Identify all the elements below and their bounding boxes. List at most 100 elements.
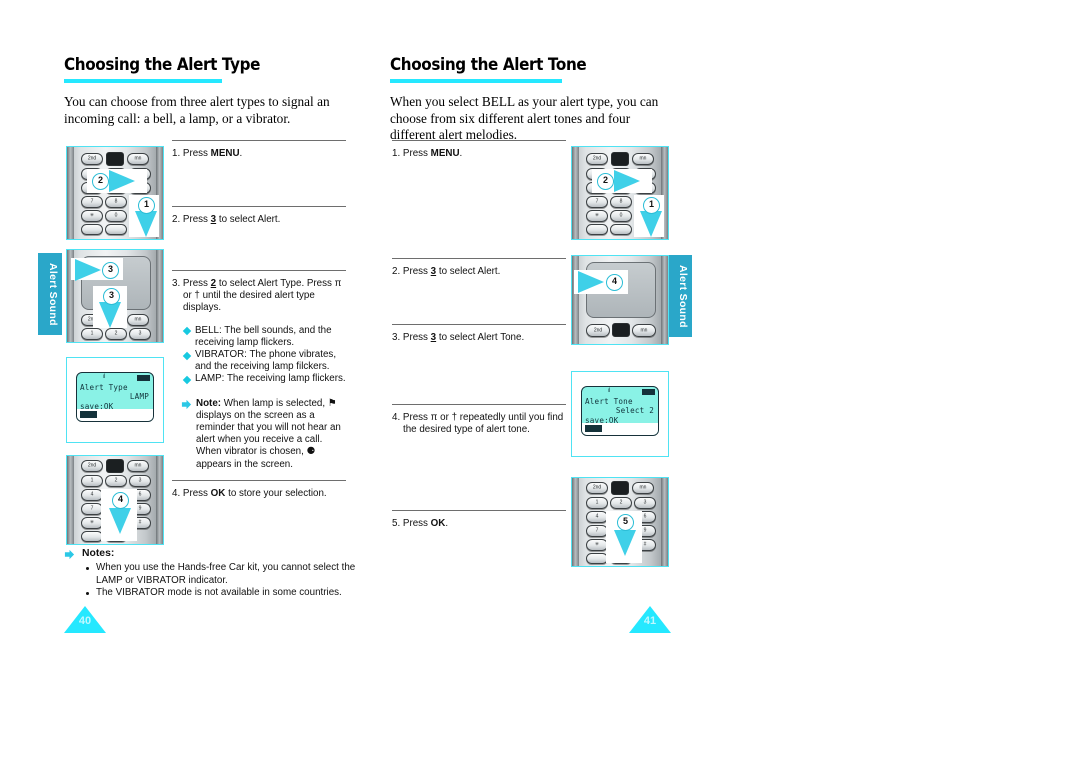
intro-paragraph-right: When you select BELL as your alert type,… bbox=[390, 94, 659, 142]
phone-edge bbox=[67, 456, 74, 544]
callout-arrow-down-icon bbox=[640, 211, 662, 237]
step-left-4-pre: Press bbox=[182, 488, 211, 499]
key-label: ✳ bbox=[89, 519, 95, 526]
callout-arrow-down-icon bbox=[109, 508, 131, 534]
key-label: 1 bbox=[90, 477, 94, 484]
step-left-2: 2. Press 3 to select Alert. bbox=[172, 206, 346, 270]
steps-list-right: 1. Press MENU. 2. Press 3 to select Aler… bbox=[392, 140, 566, 568]
bottom-notes-list: When you use the Hands-free Car kit, you… bbox=[64, 562, 364, 599]
lcd-softkey-block bbox=[80, 411, 97, 418]
key-label: 2 bbox=[619, 499, 623, 506]
step-right-2-text: 2. Press 3 to select Alert. bbox=[392, 266, 566, 278]
page-number-right-text: 41 bbox=[643, 615, 657, 627]
callout-number-1: 1 bbox=[643, 197, 660, 214]
key-7: 7 bbox=[81, 196, 103, 208]
key-label: 0 bbox=[114, 212, 118, 219]
key-softleft: 2nd bbox=[586, 324, 610, 337]
step-left-2-number: 2. bbox=[172, 214, 181, 225]
lcd-line-2: LAMP bbox=[129, 392, 149, 401]
key-label: 2 bbox=[114, 477, 118, 484]
step-left-3-number: 3. bbox=[172, 278, 181, 289]
step-left-4-key: OK bbox=[210, 488, 226, 499]
phone-edge bbox=[661, 256, 668, 344]
step-left-1-key: MENU bbox=[210, 148, 240, 159]
phone-edge bbox=[156, 250, 163, 342]
key-star: ✳ bbox=[586, 539, 608, 551]
step-left-3-text: 3. Press 2 to select Alert Type. Press π… bbox=[172, 278, 346, 315]
key-1: 1 bbox=[586, 497, 608, 509]
key-7: 7 bbox=[586, 196, 608, 208]
key-softleft: 2nd bbox=[586, 482, 608, 494]
key-end bbox=[610, 224, 632, 235]
step-right-4-pre: Press π or † repeatedly until you find t… bbox=[402, 412, 564, 436]
figure-left-navkey-alert: 2nd mn 1 2 3 3 3 bbox=[66, 249, 164, 343]
step-right-1-post: . bbox=[459, 148, 463, 159]
step-left-4: 4. Press OK to store your selection. bbox=[172, 480, 346, 538]
page-number-left-text: 40 bbox=[78, 615, 92, 627]
diamond-bullet-icon bbox=[182, 375, 192, 385]
key-label: 7 bbox=[595, 198, 599, 205]
side-tab-left-alert-sound: Alert Sound bbox=[38, 253, 62, 335]
step-left-2-post: to select Alert. bbox=[216, 214, 281, 225]
step-right-2-post: to select Alert. bbox=[436, 266, 501, 277]
key-label: ✳ bbox=[89, 212, 95, 219]
key-label: 4 bbox=[595, 513, 599, 520]
navigation-key bbox=[106, 152, 124, 166]
key-label: 7 bbox=[595, 527, 599, 534]
phone-edge bbox=[67, 147, 74, 239]
bottom-notes-heading: Notes: bbox=[64, 548, 364, 560]
bottom-note-item: When you use the Hands-free Car kit, you… bbox=[86, 562, 364, 587]
callout-arrow-down-icon bbox=[614, 530, 636, 556]
key-label: ✳ bbox=[594, 541, 600, 548]
key-label: 3 bbox=[643, 499, 647, 506]
step-right-3-pre: Press bbox=[402, 332, 431, 343]
key-send bbox=[586, 553, 608, 564]
callout-arrow-right-icon bbox=[578, 271, 604, 293]
figure-right-navkey-alert-tone: 2nd mn 4 bbox=[571, 255, 669, 345]
lcd-line-1: Alert Type bbox=[80, 383, 128, 392]
key-3: 3 bbox=[129, 475, 151, 487]
key-label: 3 bbox=[138, 330, 142, 337]
step-right-5-pre: Press bbox=[402, 518, 431, 529]
step-left-3: 3. Press 2 to select Alert Type. Press π… bbox=[172, 270, 346, 480]
key-label: mn bbox=[134, 462, 142, 469]
key-softright: mn bbox=[127, 460, 149, 472]
lcd-line-1: Alert Tone bbox=[585, 397, 633, 406]
alert-type-vibrator-text: VIBRATOR: The phone vibrates, and the re… bbox=[195, 349, 337, 373]
step-right-1: 1. Press MENU. bbox=[392, 140, 566, 258]
key-end bbox=[105, 224, 127, 235]
lcd-line-2: Select 2 bbox=[615, 406, 654, 415]
key-softright: mn bbox=[632, 153, 654, 165]
figure-right-lcd-alert-tone: ıl Alert Tone Select 2 save:OK bbox=[571, 371, 669, 457]
key-softright: mn bbox=[127, 314, 149, 326]
key-label: 8 bbox=[619, 198, 623, 205]
key-softleft: 2nd bbox=[81, 153, 103, 165]
step-right-5-number: 5. bbox=[392, 518, 401, 529]
key-send bbox=[81, 531, 103, 542]
key-label: 3 bbox=[138, 477, 142, 484]
step-right-4: 4. Press π or † repeatedly until you fin… bbox=[392, 404, 566, 510]
step-right-5-post: . bbox=[445, 518, 449, 529]
key-1: 1 bbox=[81, 328, 103, 340]
page-number-left: 40 bbox=[64, 606, 108, 636]
key-4: 4 bbox=[81, 489, 103, 501]
lcd-screen: ıl Alert Tone Select 2 save:OK bbox=[581, 386, 659, 436]
figure-left-lcd-alert-type: ıl Alert Type LAMP save:OK bbox=[66, 357, 164, 443]
step-right-1-key: MENU bbox=[430, 148, 460, 159]
title-underline-left bbox=[64, 79, 222, 83]
step-right-2-number: 2. bbox=[392, 266, 401, 277]
key-label: 2nd bbox=[593, 327, 603, 333]
step-right-5-text: 5. Press OK. bbox=[392, 518, 566, 530]
step-left-3-pre: Press bbox=[182, 278, 211, 289]
key-softleft: 2nd bbox=[81, 460, 103, 472]
key-label: 1 bbox=[595, 499, 599, 506]
step-left-1-post: . bbox=[239, 148, 243, 159]
key-label: mn bbox=[134, 316, 142, 323]
key-label: mn bbox=[640, 327, 648, 333]
note-arrow-icon bbox=[181, 399, 192, 410]
step-left-1-number: 1. bbox=[172, 148, 181, 159]
intro-paragraph-left: You can choose from three alert types to… bbox=[64, 94, 330, 126]
step-right-5: 5. Press OK. bbox=[392, 510, 566, 568]
key-label: 8 bbox=[114, 198, 118, 205]
signal-icon: ıl bbox=[103, 374, 105, 380]
